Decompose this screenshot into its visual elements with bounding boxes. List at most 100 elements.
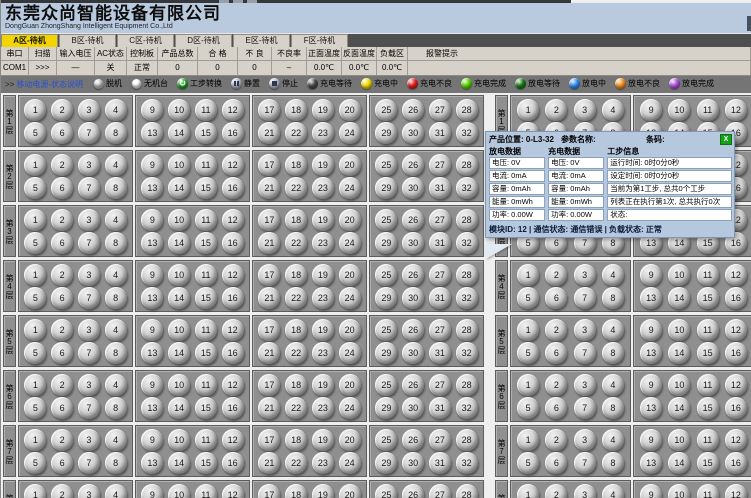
cell-circle[interactable]: 24 xyxy=(339,287,361,309)
cell-circle[interactable]: 9 xyxy=(640,99,662,121)
cell-circle[interactable]: 20 xyxy=(339,374,361,396)
cell-circle[interactable]: 32 xyxy=(456,177,478,199)
cell-circle[interactable]: 1 xyxy=(517,429,539,451)
cell-circle[interactable]: 10 xyxy=(668,99,690,121)
cell-circle[interactable]: 12 xyxy=(222,374,244,396)
cell-circle[interactable]: 14 xyxy=(168,232,190,254)
cell-circle[interactable]: 6 xyxy=(545,452,567,474)
cell-circle[interactable]: 10 xyxy=(668,264,690,286)
cell-circle[interactable]: 8 xyxy=(105,452,127,474)
cell-circle[interactable]: 9 xyxy=(640,374,662,396)
cell-circle[interactable]: 7 xyxy=(574,397,596,419)
cell-circle[interactable]: 28 xyxy=(456,209,478,231)
cell-circle[interactable]: 19 xyxy=(312,264,334,286)
cell-circle[interactable]: 28 xyxy=(456,99,478,121)
cell-circle[interactable]: 27 xyxy=(429,209,451,231)
cell-circle[interactable]: 6 xyxy=(51,287,73,309)
cell-circle[interactable]: 25 xyxy=(375,319,397,341)
cell-circle[interactable]: 32 xyxy=(456,452,478,474)
cell-circle[interactable]: 2 xyxy=(545,319,567,341)
cell-circle[interactable]: 12 xyxy=(725,319,747,341)
cell-circle[interactable]: 8 xyxy=(105,342,127,364)
cell-circle[interactable]: 10 xyxy=(168,99,190,121)
cell-circle[interactable]: 30 xyxy=(402,122,424,144)
cell-circle[interactable]: 6 xyxy=(51,397,73,419)
cell-circle[interactable]: 11 xyxy=(697,374,719,396)
cell-circle[interactable]: 2 xyxy=(51,484,73,498)
cell-circle[interactable]: 4 xyxy=(105,264,127,286)
cell-circle[interactable]: 18 xyxy=(285,264,307,286)
cell-circle[interactable]: 14 xyxy=(168,342,190,364)
cell-circle[interactable]: 9 xyxy=(141,99,163,121)
cell-circle[interactable]: 30 xyxy=(402,232,424,254)
cell-circle[interactable]: 1 xyxy=(517,264,539,286)
cell-circle[interactable]: 21 xyxy=(258,342,280,364)
cell-circle[interactable]: 4 xyxy=(602,374,624,396)
cell-circle[interactable]: 27 xyxy=(429,374,451,396)
cell-circle[interactable]: 25 xyxy=(375,99,397,121)
cell-circle[interactable]: 17 xyxy=(258,374,280,396)
cell-circle[interactable]: 4 xyxy=(105,209,127,231)
cell-circle[interactable]: 12 xyxy=(222,209,244,231)
cell-circle[interactable]: 18 xyxy=(285,154,307,176)
cell-circle[interactable]: 1 xyxy=(24,374,46,396)
cell-circle[interactable]: 16 xyxy=(222,177,244,199)
cell-circle[interactable]: 15 xyxy=(195,122,217,144)
cell-circle[interactable]: 11 xyxy=(195,154,217,176)
cell-circle[interactable]: 11 xyxy=(195,209,217,231)
cell-circle[interactable]: 2 xyxy=(545,374,567,396)
cell-circle[interactable]: 9 xyxy=(141,484,163,498)
cell-circle[interactable]: 16 xyxy=(725,452,747,474)
cell-circle[interactable]: 19 xyxy=(312,209,334,231)
cell-circle[interactable]: 27 xyxy=(429,264,451,286)
cell-circle[interactable]: 23 xyxy=(312,452,334,474)
cell-circle[interactable]: 26 xyxy=(402,374,424,396)
cell-circle[interactable]: 12 xyxy=(725,264,747,286)
cell-circle[interactable]: 31 xyxy=(429,177,451,199)
cell-circle[interactable]: 15 xyxy=(195,342,217,364)
cell-circle[interactable]: 32 xyxy=(456,397,478,419)
cell-circle[interactable]: 7 xyxy=(78,342,100,364)
cell-circle[interactable]: 12 xyxy=(222,429,244,451)
cell-circle[interactable]: 32 xyxy=(456,342,478,364)
cell-circle[interactable]: 15 xyxy=(697,342,719,364)
cell-circle[interactable]: 26 xyxy=(402,264,424,286)
cell-circle[interactable]: 4 xyxy=(602,429,624,451)
cell-circle[interactable]: 17 xyxy=(258,99,280,121)
cell-circle[interactable]: 10 xyxy=(168,319,190,341)
cell-circle[interactable]: 9 xyxy=(141,264,163,286)
cell-circle[interactable]: 12 xyxy=(725,484,747,498)
cell-circle[interactable]: 20 xyxy=(339,99,361,121)
cell-circle[interactable]: 2 xyxy=(51,429,73,451)
cell-circle[interactable]: 13 xyxy=(141,122,163,144)
cell-circle[interactable]: 16 xyxy=(222,397,244,419)
cell-circle[interactable]: 4 xyxy=(602,99,624,121)
cell-circle[interactable]: 9 xyxy=(640,484,662,498)
cell-circle[interactable]: 23 xyxy=(312,232,334,254)
cell-circle[interactable]: 32 xyxy=(456,287,478,309)
cell-circle[interactable]: 14 xyxy=(668,287,690,309)
cell-circle[interactable]: 13 xyxy=(141,452,163,474)
cell-circle[interactable]: 8 xyxy=(602,452,624,474)
cell-circle[interactable]: 11 xyxy=(195,264,217,286)
cell-circle[interactable]: 29 xyxy=(375,452,397,474)
cell-circle[interactable]: 11 xyxy=(697,319,719,341)
cell-circle[interactable]: 16 xyxy=(222,452,244,474)
cell-circle[interactable]: 28 xyxy=(456,484,478,498)
cell-circle[interactable]: 5 xyxy=(24,232,46,254)
cell-circle[interactable]: 22 xyxy=(285,287,307,309)
cell-circle[interactable]: 11 xyxy=(195,429,217,451)
cell-circle[interactable]: 7 xyxy=(78,397,100,419)
cell-circle[interactable]: 27 xyxy=(429,99,451,121)
cell-circle[interactable]: 21 xyxy=(258,397,280,419)
cell-circle[interactable]: 19 xyxy=(312,429,334,451)
cell-circle[interactable]: 3 xyxy=(78,484,100,498)
cell-circle[interactable]: 9 xyxy=(640,429,662,451)
cell-circle[interactable]: 28 xyxy=(456,154,478,176)
cell-circle[interactable]: 15 xyxy=(195,232,217,254)
cell-circle[interactable]: 2 xyxy=(51,99,73,121)
cell-circle[interactable]: 22 xyxy=(285,232,307,254)
cell-circle[interactable]: 15 xyxy=(195,287,217,309)
cell-circle[interactable]: 16 xyxy=(222,287,244,309)
cell-circle[interactable]: 9 xyxy=(141,154,163,176)
